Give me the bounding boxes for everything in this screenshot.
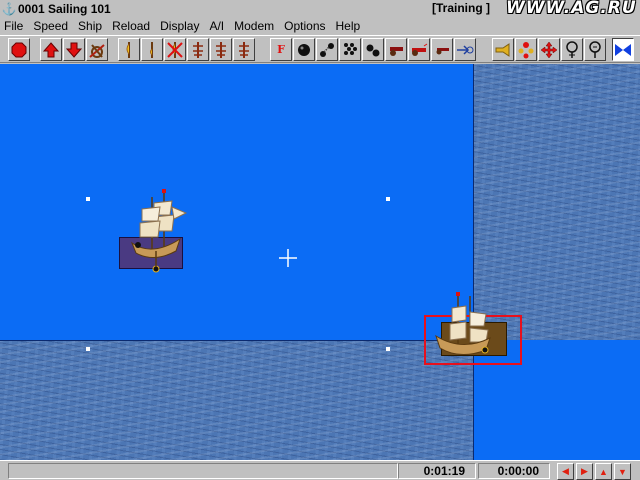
arrow-down-icon — [66, 42, 82, 58]
pin-icon — [566, 40, 578, 58]
speed-up-button[interactable] — [40, 38, 62, 61]
toolbar: F — [0, 35, 640, 63]
arrow-right-icon: ▶ — [581, 466, 588, 476]
scroll-down-button[interactable]: ▼ — [614, 463, 631, 480]
mast-icon-2 — [216, 41, 226, 58]
watermark: WWW.AG.RU — [506, 0, 637, 18]
pin-button[interactable] — [561, 38, 583, 61]
mast-icon — [193, 41, 203, 58]
trumpet-icon — [495, 42, 510, 57]
arrow-up-icon: ▲ — [599, 466, 608, 477]
ship-sprite-icon — [130, 189, 188, 273]
sail-full-button[interactable] — [118, 38, 140, 61]
flag-button[interactable] — [612, 38, 634, 61]
player-ship[interactable] — [118, 189, 190, 273]
ocean-region-bottom — [0, 340, 474, 460]
cannon-icon — [390, 46, 403, 56]
sail-crossed-icon — [167, 41, 183, 58]
mode-indicator: [Training ] — [432, 1, 490, 15]
scroll-left-button[interactable]: ◀ — [557, 463, 574, 480]
mast-button[interactable] — [187, 38, 209, 61]
mast-button-2[interactable] — [210, 38, 232, 61]
waypoint-marker[interactable] — [86, 347, 90, 351]
scroll-right-button[interactable]: ▶ — [576, 463, 593, 480]
arrow-up-icon — [43, 41, 59, 57]
waypoint-marker[interactable] — [386, 347, 390, 351]
helm-button[interactable] — [86, 38, 108, 61]
fire-button[interactable]: F — [270, 38, 292, 61]
message-panel — [8, 463, 398, 479]
doubleshot-icon — [366, 44, 380, 56]
target-button[interactable] — [454, 38, 476, 61]
mast-button-3[interactable] — [233, 38, 255, 61]
elapsed-time: 0:01:19 — [398, 463, 476, 479]
sail-half-button[interactable] — [141, 38, 163, 61]
trumpet-button[interactable] — [492, 38, 514, 61]
menu-options[interactable]: Options — [284, 19, 325, 33]
window-title: 0001 Sailing 101 — [18, 1, 111, 16]
menu-speed[interactable]: Speed — [33, 19, 68, 33]
move-cross-icon — [540, 41, 558, 58]
arrow-target-icon — [457, 44, 474, 55]
region-border-vertical — [473, 64, 474, 460]
waypoint-marker[interactable] — [86, 197, 90, 201]
menu-file[interactable]: File — [4, 19, 23, 33]
sea-map[interactable] — [0, 64, 640, 460]
mast-icon-3 — [239, 41, 249, 58]
scroll-up-button[interactable]: ▲ — [595, 463, 612, 480]
grapeshot-icon — [344, 42, 357, 55]
waypoint-marker[interactable] — [386, 197, 390, 201]
crosshair-icon — [279, 249, 297, 267]
magnify-icon — [589, 40, 601, 58]
arrow-down-icon: ▼ — [618, 466, 627, 477]
menu-reload[interactable]: Reload — [112, 19, 150, 33]
sail-half-icon — [150, 41, 153, 58]
anchor-icon[interactable]: ⚓ — [2, 2, 17, 16]
stop-icon — [11, 42, 27, 57]
speed-down-button[interactable] — [63, 38, 85, 61]
timer: 0:00:00 — [478, 463, 550, 479]
menu-help[interactable]: Help — [336, 19, 361, 33]
move-button[interactable] — [538, 38, 560, 61]
fire-label-icon: F — [277, 43, 285, 56]
region-border-horizontal — [0, 340, 474, 341]
title-bar: ⚓ 0001 Sailing 101 [Training ] WWW.AG.RU — [0, 0, 640, 18]
status-bar: 0:01:19 0:00:00 ◀ ▶ ▲ ▼ — [0, 460, 640, 480]
roundshot-button[interactable] — [293, 38, 315, 61]
ship-sprite-icon — [435, 292, 491, 355]
magnify-button[interactable] — [584, 38, 606, 61]
enemy-ship[interactable] — [432, 292, 512, 362]
grapeshot-button[interactable] — [339, 38, 361, 61]
cannon-small-icon — [436, 47, 449, 54]
menu-display[interactable]: Display — [160, 19, 199, 33]
crew-icon — [518, 41, 534, 58]
menu-bar: File Speed Ship Reload Display A/I Modem… — [0, 17, 640, 34]
doubleshot-button[interactable] — [362, 38, 384, 61]
sail-full-icon — [126, 41, 130, 58]
cannon-red-button[interactable] — [408, 38, 430, 61]
helm-icon — [89, 43, 105, 58]
stop-button[interactable] — [8, 38, 30, 61]
menu-modem[interactable]: Modem — [234, 19, 274, 33]
cannon-red-icon — [412, 43, 428, 56]
arrow-left-icon: ◀ — [562, 466, 569, 476]
cannon-button[interactable] — [385, 38, 407, 61]
chainshot-icon — [320, 42, 334, 57]
flag-icon — [615, 43, 631, 56]
menu-ai[interactable]: A/I — [209, 19, 224, 33]
crew-button[interactable] — [515, 38, 537, 61]
menu-ship[interactable]: Ship — [78, 19, 102, 33]
cannon-small-button[interactable] — [431, 38, 453, 61]
chainshot-button[interactable] — [316, 38, 338, 61]
roundshot-icon — [298, 43, 310, 56]
sail-crossed-button[interactable] — [164, 38, 186, 61]
